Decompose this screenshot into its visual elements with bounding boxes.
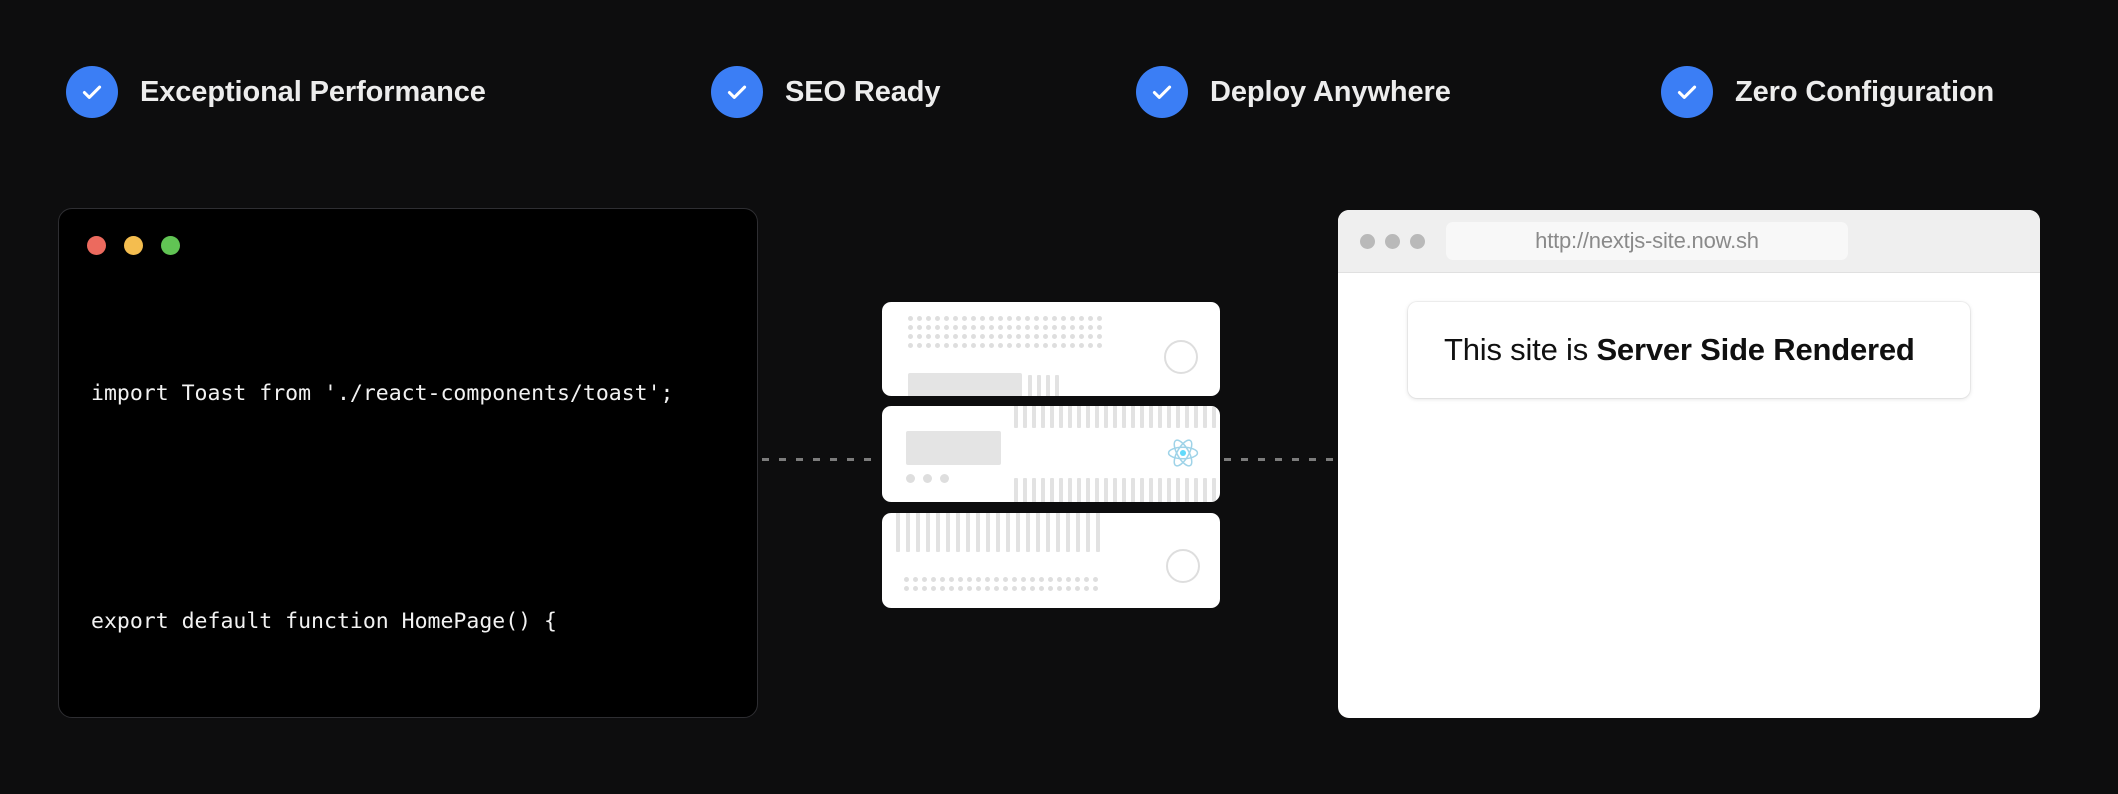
feature-label: SEO Ready xyxy=(785,75,941,108)
server-indicator-leds xyxy=(906,474,949,483)
server-vent-bars-bottom xyxy=(1014,478,1220,502)
rendered-page-card: This site is Server Side Rendered xyxy=(1408,302,1970,398)
server-status-ring xyxy=(1164,340,1198,374)
rendered-page-text: This site is Server Side Rendered xyxy=(1444,332,1915,368)
server-vent-dots xyxy=(908,316,1102,348)
browser-traffic-lights xyxy=(1360,233,1425,249)
browser-chrome: http://nextjs-site.now.sh xyxy=(1338,210,2040,273)
server-vent-bars xyxy=(1028,375,1059,396)
server-unit-middle xyxy=(882,406,1220,502)
react-logo-icon xyxy=(1164,434,1202,477)
check-circle-icon xyxy=(1661,66,1713,118)
server-status-ring xyxy=(1166,549,1200,583)
connector-code-to-server xyxy=(762,458,878,461)
close-button[interactable] xyxy=(87,236,106,255)
server-drive-bay xyxy=(908,373,1022,396)
server-unit-top xyxy=(882,302,1220,396)
server-drive-bay xyxy=(906,431,1001,465)
minimize-button[interactable] xyxy=(124,236,143,255)
code-content[interactable]: import Toast from './react-components/to… xyxy=(91,299,743,718)
code-editor-window: import Toast from './react-components/to… xyxy=(58,208,758,718)
code-line: return ( xyxy=(91,717,743,718)
url-bar[interactable]: http://nextjs-site.now.sh xyxy=(1446,222,1848,260)
check-circle-icon xyxy=(1136,66,1188,118)
server-unit-bottom xyxy=(882,513,1220,608)
minimize-button[interactable] xyxy=(1385,233,1400,249)
window-traffic-lights xyxy=(87,236,180,255)
code-line: import Toast from './react-components/to… xyxy=(91,381,674,406)
browser-window: http://nextjs-site.now.sh This site is S… xyxy=(1338,210,2040,718)
feature-label: Exceptional Performance xyxy=(140,75,486,108)
code-line: export default function HomePage() { xyxy=(91,609,557,634)
connector-server-to-browser xyxy=(1224,458,1340,461)
maximize-button[interactable] xyxy=(161,236,180,255)
maximize-button[interactable] xyxy=(1410,233,1425,249)
feature-item-exceptional-performance: Exceptional Performance xyxy=(66,66,711,118)
server-vent-bars-top xyxy=(1014,406,1220,428)
server-stack xyxy=(882,302,1220,618)
rendered-text-plain: This site is xyxy=(1444,332,1597,367)
check-circle-icon xyxy=(711,66,763,118)
feature-item-seo-ready: SEO Ready xyxy=(711,66,1136,118)
server-vent-dots xyxy=(904,577,1098,591)
close-button[interactable] xyxy=(1360,233,1375,249)
feature-item-zero-configuration: Zero Configuration xyxy=(1661,66,2056,118)
url-text: http://nextjs-site.now.sh xyxy=(1535,228,1759,253)
feature-label: Zero Configuration xyxy=(1735,75,1995,108)
feature-label: Deploy Anywhere xyxy=(1210,75,1451,108)
server-vent-bars xyxy=(896,513,1100,552)
check-circle-icon xyxy=(66,66,118,118)
feature-list: Exceptional Performance SEO Ready Deploy… xyxy=(66,62,2056,122)
feature-item-deploy-anywhere: Deploy Anywhere xyxy=(1136,66,1661,118)
rendered-text-bold: Server Side Rendered xyxy=(1596,332,1915,367)
